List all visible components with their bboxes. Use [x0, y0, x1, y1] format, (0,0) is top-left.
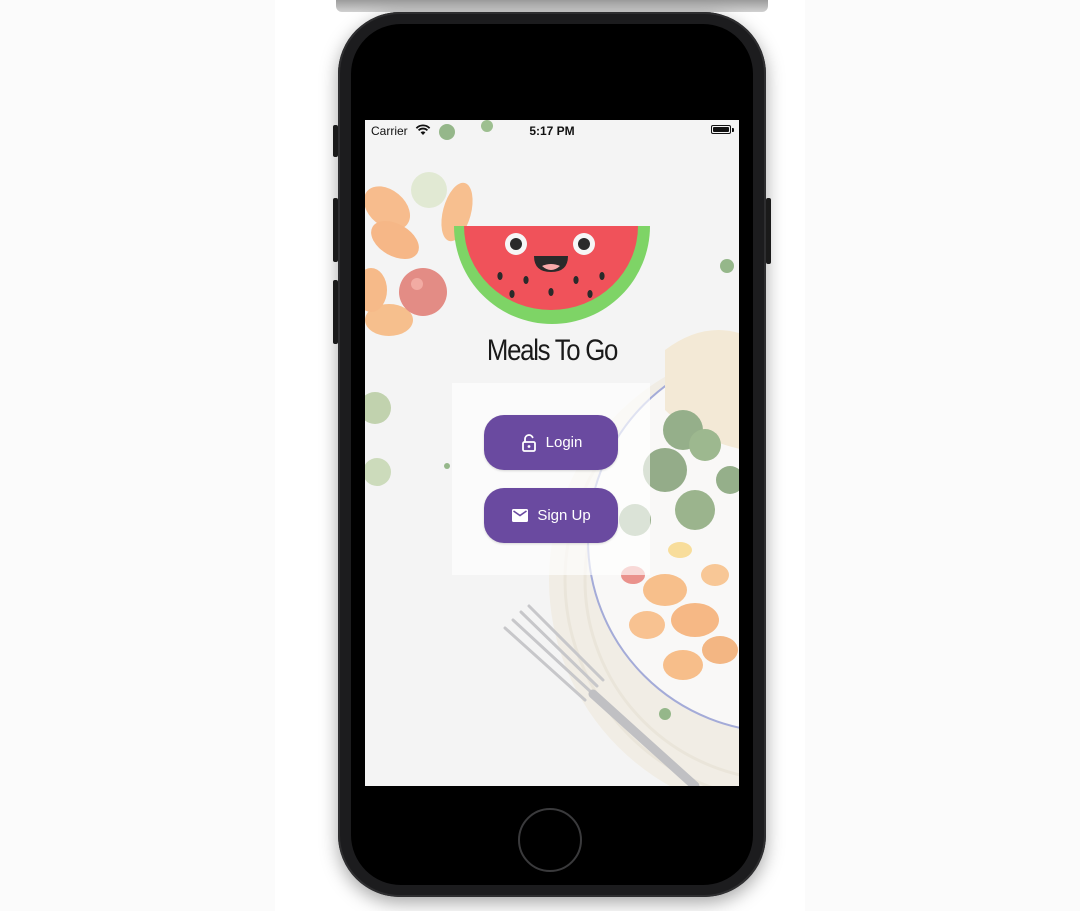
auth-card: Login Sign Up: [452, 383, 650, 575]
lock-open-icon: [520, 433, 538, 452]
login-label: Login: [545, 434, 583, 451]
volume-down-button: [333, 280, 338, 344]
app-title: Meals To Go: [486, 334, 618, 367]
status-time: 5:17 PM: [529, 124, 575, 138]
login-button[interactable]: Login: [484, 415, 618, 470]
volume-up-button: [333, 198, 338, 262]
power-button: [766, 198, 771, 264]
sign-up-label: Sign Up: [537, 507, 591, 524]
watermelon-icon: [454, 226, 650, 324]
previous-device-edge: [336, 0, 768, 12]
mute-switch: [333, 125, 338, 157]
email-icon: [511, 507, 529, 525]
home-button[interactable]: [518, 808, 582, 872]
app-screen: Carrier 5:17 PM Meals To Go Login Sign U…: [365, 120, 739, 786]
battery-icon: [711, 125, 731, 134]
status-bar: Carrier 5:17 PM: [365, 120, 739, 140]
battery-cap: [732, 128, 734, 132]
sign-up-button[interactable]: Sign Up: [484, 488, 618, 543]
